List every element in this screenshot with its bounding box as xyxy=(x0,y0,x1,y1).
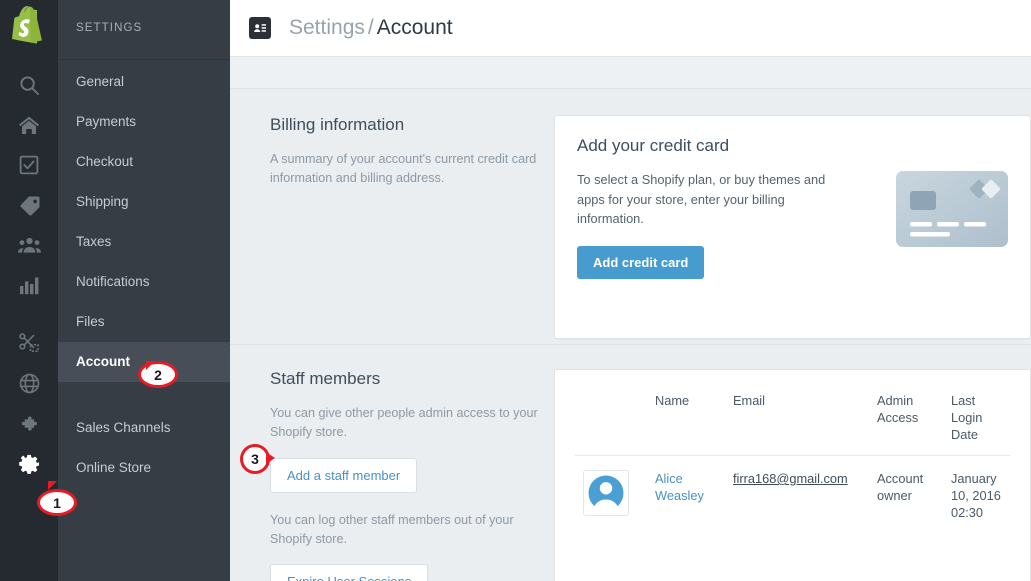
expire-user-sessions-button[interactable]: Expire User Sessions xyxy=(270,564,429,581)
column-header-last-login-date: Last Login Date xyxy=(951,393,983,442)
column-header-name: Name xyxy=(655,393,690,408)
annotation-marker-1: 1 xyxy=(37,489,77,516)
credit-card-panel-text: To select a Shopify plan, or buy themes … xyxy=(577,172,826,226)
staff-members-table: Name Email Admin Access Last Login Date xyxy=(575,388,1010,537)
annotation-arrow-3 xyxy=(266,452,275,464)
settings-sidebar: SETTINGS General Payments Checkout Shipp… xyxy=(58,0,230,581)
staff-section: Staff members You can give other people … xyxy=(230,344,1031,581)
sidebar-primary-list: General Payments Checkout Shipping Taxes… xyxy=(58,60,230,382)
sidebar-item-files[interactable]: Files xyxy=(58,302,230,342)
sidebar-secondary-list: Sales Channels Online Store xyxy=(58,406,230,488)
column-header-avatar xyxy=(575,388,647,456)
sidebar-item-sales-channels[interactable]: Sales Channels xyxy=(58,408,230,448)
settings-gear-icon[interactable] xyxy=(0,443,58,483)
staff-members-panel: Name Email Admin Access Last Login Date xyxy=(554,369,1031,581)
staff-table-body: Alice Weasley firra168@gmail.com Account… xyxy=(575,455,1010,537)
credit-card-panel: Add your credit card To select a Shopify… xyxy=(554,115,1031,339)
cell-name: Alice Weasley xyxy=(647,455,725,537)
staff-table-head: Name Email Admin Access Last Login Date xyxy=(575,388,1010,456)
annotation-arrow-2 xyxy=(146,361,155,370)
staff-section-intro: Staff members You can give other people … xyxy=(270,369,554,581)
staff-section-title: Staff members xyxy=(270,369,381,388)
staff-name-link[interactable]: Alice Weasley xyxy=(655,471,704,503)
breadcrumb: Settings / Account xyxy=(289,16,453,40)
cell-email: firra168@gmail.com xyxy=(725,455,869,537)
add-staff-member-button[interactable]: Add a staff member xyxy=(270,458,418,493)
sidebar-item-online-store[interactable]: Online Store xyxy=(58,448,230,488)
breadcrumb-current: Account xyxy=(376,16,453,39)
add-staff-action-wrap: Add a staff member xyxy=(270,458,538,493)
sidebar-title: SETTINGS xyxy=(76,22,143,34)
cell-last-login-date: January 10, 2016 02:30 xyxy=(943,455,1010,537)
staff-section-description-2: You can log other staff members out of y… xyxy=(270,513,514,546)
sidebar-item-shipping[interactable]: Shipping xyxy=(58,182,230,222)
home-icon[interactable] xyxy=(0,105,58,145)
annotation-marker-2: 2 xyxy=(138,361,178,388)
sidebar-item-general[interactable]: General xyxy=(58,62,230,102)
billing-section: Billing information A summary of your ac… xyxy=(230,89,1031,339)
shopify-logo[interactable] xyxy=(12,5,46,51)
sidebar-item-taxes[interactable]: Taxes xyxy=(58,222,230,262)
sidebar-item-payments[interactable]: Payments xyxy=(58,102,230,142)
breadcrumb-separator: / xyxy=(367,16,374,39)
globe-icon[interactable] xyxy=(0,363,58,403)
main-content: Settings / Account Billing information A s… xyxy=(230,0,1031,581)
cell-avatar xyxy=(575,455,647,537)
apps-puzzle-icon[interactable] xyxy=(0,403,58,443)
search-icon[interactable] xyxy=(0,65,58,105)
reports-bar-chart-icon[interactable] xyxy=(0,265,58,305)
avatar xyxy=(583,470,629,516)
billing-section-description: A summary of your account's current cred… xyxy=(270,152,537,185)
column-header-email: Email xyxy=(733,393,765,408)
sidebar-item-notifications[interactable]: Notifications xyxy=(58,262,230,302)
staff-email-link[interactable]: firra168@gmail.com xyxy=(733,471,848,486)
billing-section-title: Billing information xyxy=(270,115,405,134)
orders-icon[interactable] xyxy=(0,145,58,185)
page-header: Settings / Account xyxy=(230,0,1031,57)
add-credit-card-button[interactable]: Add credit card xyxy=(577,245,705,279)
breadcrumb-parent[interactable]: Settings xyxy=(289,16,365,39)
annotation-arrow-1 xyxy=(48,481,57,490)
discounts-scissors-icon[interactable] xyxy=(0,323,58,363)
expire-sessions-action-wrap: Expire User Sessions xyxy=(270,564,538,581)
app-root: SETTINGS General Payments Checkout Shipp… xyxy=(0,0,1031,581)
products-tag-icon[interactable] xyxy=(0,185,58,225)
subheader-strip xyxy=(230,57,1031,89)
cell-admin-access: Account owner xyxy=(869,455,943,537)
staff-section-description: You can give other people admin access t… xyxy=(270,406,538,439)
billing-section-intro: Billing information A summary of your ac… xyxy=(270,115,554,339)
credit-card-panel-title: Add your credit card xyxy=(577,136,730,155)
account-id-card-icon xyxy=(249,17,271,39)
column-header-admin-access: Admin Access xyxy=(877,393,919,425)
table-header-row: Name Email Admin Access Last Login Date xyxy=(575,388,1010,456)
table-row: Alice Weasley firra168@gmail.com Account… xyxy=(575,455,1010,537)
credit-card-illustration xyxy=(896,171,1008,252)
sidebar-item-checkout[interactable]: Checkout xyxy=(58,142,230,182)
customers-icon[interactable] xyxy=(0,225,58,265)
